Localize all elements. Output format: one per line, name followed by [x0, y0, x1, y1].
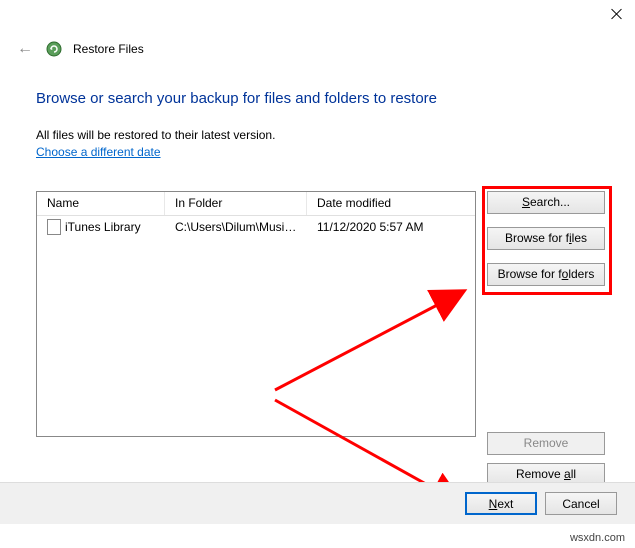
header: ← Restore Files — [15, 40, 144, 58]
remove-button: Remove — [487, 432, 605, 455]
window-title: Restore Files — [73, 42, 144, 56]
browse-folders-button[interactable]: Browse for folders — [487, 263, 605, 286]
subtitle: All files will be restored to their late… — [36, 128, 275, 142]
close-icon[interactable] — [611, 8, 623, 20]
next-button[interactable]: Next — [465, 492, 537, 515]
footer: Next Cancel — [0, 482, 635, 524]
table-body: iTunes Library C:\Users\Dilum\Music... 1… — [37, 216, 475, 238]
table-row[interactable]: iTunes Library C:\Users\Dilum\Music... 1… — [37, 216, 475, 238]
column-header-name[interactable]: Name — [37, 192, 165, 215]
file-list-table: Name In Folder Date modified iTunes Libr… — [36, 191, 476, 437]
page-title: Browse or search your backup for files a… — [36, 90, 437, 107]
cell-name: iTunes Library — [65, 220, 141, 234]
column-header-folder[interactable]: In Folder — [165, 192, 307, 215]
file-icon — [47, 219, 61, 235]
footer-buttons: Next Cancel — [465, 492, 617, 515]
search-button[interactable]: Search... — [487, 191, 605, 214]
restore-files-icon — [45, 40, 63, 58]
column-header-date[interactable]: Date modified — [307, 192, 475, 215]
watermark: wsxdn.com — [570, 532, 625, 544]
back-arrow-icon[interactable]: ← — [15, 40, 35, 58]
cancel-button[interactable]: Cancel — [545, 492, 617, 515]
table-header: Name In Folder Date modified — [37, 192, 475, 216]
titlebar — [0, 0, 635, 30]
cell-folder: C:\Users\Dilum\Music... — [165, 218, 307, 236]
cell-date: 11/12/2020 5:57 AM — [307, 218, 475, 236]
side-button-group: Search... Browse for files Browse for fo… — [487, 191, 607, 499]
browse-files-button[interactable]: Browse for files — [487, 227, 605, 250]
choose-date-link[interactable]: Choose a different date — [36, 145, 161, 159]
search-button-rest: earch... — [530, 195, 570, 209]
